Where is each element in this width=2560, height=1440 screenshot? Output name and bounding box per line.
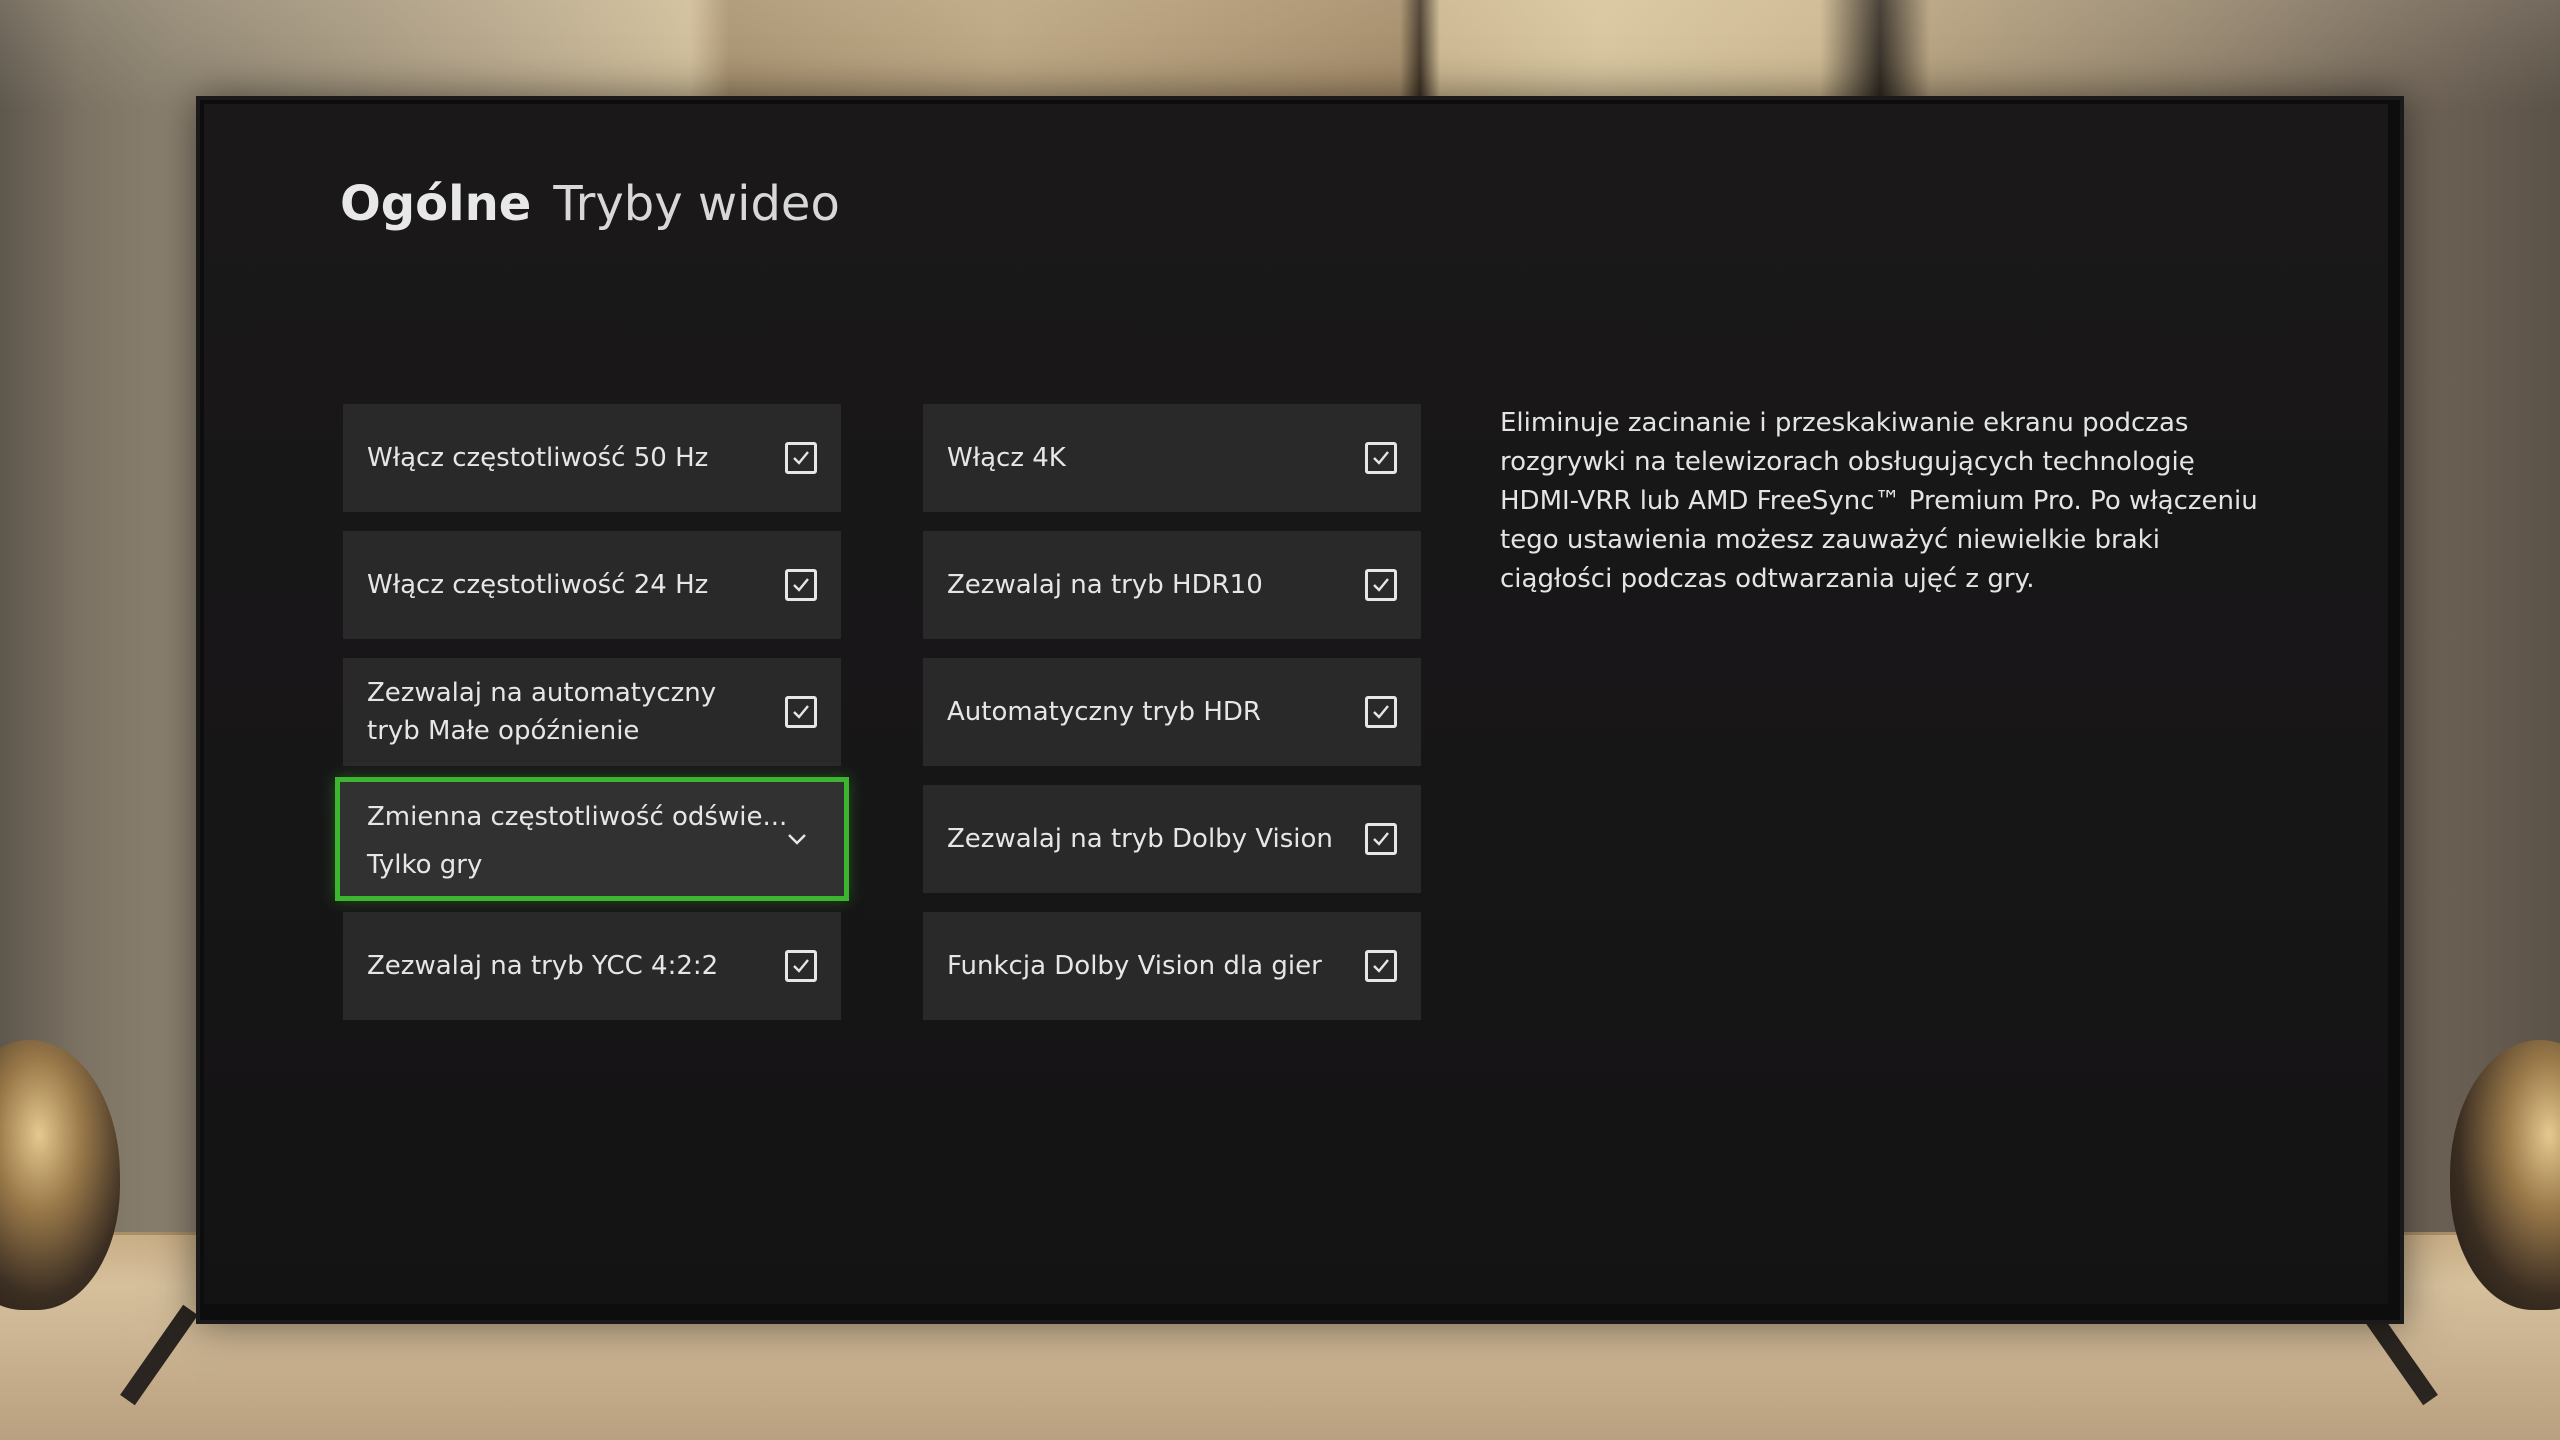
setting-label: Włącz 4K bbox=[947, 443, 1066, 473]
setting-label: Zezwalaj na automatyczny tryb Małe opóźn… bbox=[367, 678, 717, 746]
chevron-down-icon bbox=[788, 834, 806, 845]
setting-description: Eliminuje zacinanie i przeskakiwanie ekr… bbox=[1500, 408, 2258, 594]
setting-label: Włącz częstotliwość 24 Hz bbox=[367, 570, 709, 600]
setting-enable-24hz[interactable]: Włącz częstotliwość 24 Hz bbox=[343, 531, 841, 639]
tv-screen: Ogólne Tryby wideo Włącz częstotliwość 5… bbox=[204, 104, 2388, 1304]
setting-hdr10[interactable]: Zezwalaj na tryb HDR10 bbox=[923, 531, 1421, 639]
section-title: Ogólne bbox=[340, 176, 532, 232]
setting-dolby-vision[interactable]: Zezwalaj na tryb Dolby Vision bbox=[923, 785, 1421, 893]
setting-ycc-422[interactable]: Zezwalaj na tryb YCC 4:2:2 bbox=[343, 912, 841, 1020]
page-title: Tryby wideo bbox=[553, 176, 840, 232]
checkbox-checked-icon[interactable] bbox=[785, 569, 817, 601]
setting-label: Zezwalaj na tryb YCC 4:2:2 bbox=[367, 951, 719, 981]
checkbox-checked-icon[interactable] bbox=[1365, 823, 1397, 855]
setting-label: Zezwalaj na tryb HDR10 bbox=[947, 570, 1263, 600]
ceiling-light bbox=[0, 0, 2560, 110]
checkbox-checked-icon[interactable] bbox=[1365, 696, 1397, 728]
setting-auto-low-latency[interactable]: Zezwalaj na automatyczny tryb Małe opóźn… bbox=[343, 658, 841, 766]
setting-label: Automatyczny tryb HDR bbox=[947, 697, 1261, 727]
setting-label: Włącz częstotliwość 50 Hz bbox=[367, 443, 709, 473]
dropdown-selected-value: Tylko gry bbox=[367, 850, 483, 880]
dropdown-label: Zmienna częstotliwość odświe... bbox=[367, 802, 788, 832]
setting-variable-refresh-rate-dropdown[interactable]: Zmienna częstotliwość odświe... Tylko gr… bbox=[335, 777, 849, 901]
checkbox-checked-icon[interactable] bbox=[1365, 569, 1397, 601]
checkbox-checked-icon[interactable] bbox=[1365, 950, 1397, 982]
checkbox-checked-icon[interactable] bbox=[1365, 442, 1397, 474]
setting-auto-hdr[interactable]: Automatyczny tryb HDR bbox=[923, 658, 1421, 766]
page-header: Ogólne Tryby wideo bbox=[340, 176, 840, 232]
setting-enable-4k[interactable]: Włącz 4K bbox=[923, 404, 1421, 512]
setting-enable-50hz[interactable]: Włącz częstotliwość 50 Hz bbox=[343, 404, 841, 512]
checkbox-checked-icon[interactable] bbox=[785, 950, 817, 982]
checkbox-checked-icon[interactable] bbox=[785, 696, 817, 728]
setting-label: Zezwalaj na tryb Dolby Vision bbox=[947, 824, 1333, 854]
setting-dolby-vision-gaming[interactable]: Funkcja Dolby Vision dla gier bbox=[923, 912, 1421, 1020]
setting-label: Funkcja Dolby Vision dla gier bbox=[947, 951, 1322, 981]
checkbox-checked-icon[interactable] bbox=[785, 442, 817, 474]
